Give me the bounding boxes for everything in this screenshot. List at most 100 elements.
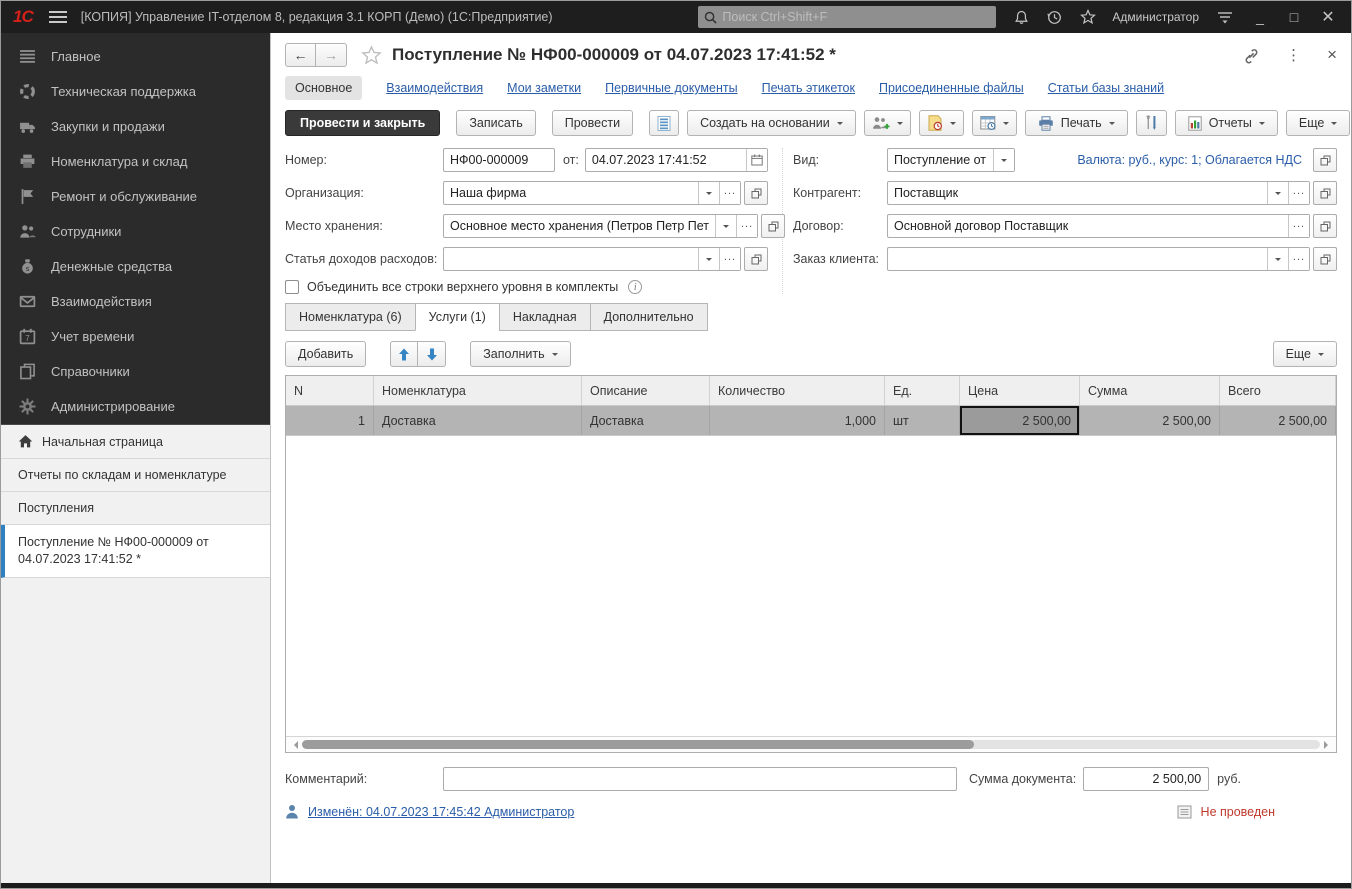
open-button[interactable] [744,247,768,271]
sidebar-item-administration[interactable]: Администрирование [1,389,270,424]
sidebar-item-references[interactable]: Справочники [1,354,270,389]
number-field[interactable]: НФ00-000009 [443,148,555,172]
cell-sum[interactable]: 2 500,00 [1080,406,1220,435]
sidebar-item-employees[interactable]: Сотрудники [1,214,270,249]
ellipsis-button[interactable]: ... [1288,182,1309,204]
sidebar-item-support[interactable]: Техническая поддержка [1,74,270,109]
dropdown-button[interactable] [1267,182,1288,204]
comment-input[interactable] [443,767,957,791]
open-button[interactable] [1313,247,1337,271]
back-button[interactable]: ← [285,43,316,67]
ellipsis-button[interactable]: ... [736,215,757,237]
open-button[interactable] [1313,148,1337,172]
minimize-button[interactable]: _ [1253,9,1267,25]
add-row-button[interactable]: Добавить [285,341,366,367]
window-item-current-document[interactable]: Поступление № НФ00-000009 от 04.07.2023 … [1,525,270,578]
close-window-button[interactable]: ✕ [1321,7,1335,27]
tab-uslugi[interactable]: Услуги (1) [415,303,499,331]
notifications-icon[interactable] [1014,10,1029,25]
calendar-button[interactable] [746,149,767,171]
sidebar-item-interactions[interactable]: Взаимодействия [1,284,270,319]
sidebar-item-purchases[interactable]: Закупки и продажи [1,109,270,144]
dropdown-button[interactable] [1267,248,1288,270]
modified-link[interactable]: Изменён: 04.07.2023 17:45:42 Администрат… [308,805,574,819]
sidebar-item-home[interactable]: Начальная страница [1,425,270,459]
current-user[interactable]: Администратор [1112,10,1199,24]
counterparty-field[interactable]: Поставщик ... [887,181,1310,205]
open-button[interactable] [761,214,785,238]
schedule-button[interactable] [972,110,1017,136]
organization-field[interactable]: Наша фирма ... [443,181,741,205]
cell-price-focused[interactable]: 2 500,00 [960,406,1080,435]
cell-total[interactable]: 2 500,00 [1220,406,1336,435]
tab-nomenklatura[interactable]: Номенклатура (6) [285,303,415,331]
window-item-reports[interactable]: Отчеты по складам и номенклатуре [1,459,270,492]
scroll-left-arrow[interactable] [290,741,298,749]
favorites-icon[interactable] [1080,9,1096,25]
tab-stati-bazy-znaniy[interactable]: Статьи базы знаний [1048,81,1164,95]
save-button[interactable]: Записать [456,110,535,136]
sidebar-item-repair[interactable]: Ремонт и обслуживание [1,179,270,214]
settings-tools-button[interactable] [1136,110,1167,136]
table-more-button[interactable]: Еще [1273,341,1337,367]
favorite-star-icon[interactable] [361,45,382,66]
move-up-button[interactable] [390,341,418,367]
forward-button[interactable]: → [316,43,347,67]
ellipsis-button[interactable]: ... [1288,248,1309,270]
cell-unit[interactable]: шт [885,406,960,435]
info-icon[interactable]: i [628,280,642,294]
ellipsis-button[interactable]: ... [719,182,740,204]
total-field[interactable]: 2 500,00 [1083,767,1209,791]
maximize-button[interactable]: □ [1287,9,1301,25]
reports-button[interactable]: Отчеты [1175,110,1278,136]
window-item-postupleniya[interactable]: Поступления [1,492,270,525]
posting-structure-button[interactable] [649,110,679,136]
reminder-button[interactable] [919,110,964,136]
post-and-close-button[interactable]: Провести и закрыть [285,110,440,136]
ellipsis-button[interactable]: ... [719,248,740,270]
tab-dopolnitelno[interactable]: Дополнительно [590,303,708,331]
more-actions-button[interactable]: Еще [1286,110,1350,136]
assign-task-button[interactable] [864,110,911,136]
dropdown-button[interactable] [698,248,719,270]
sidebar-item-main[interactable]: Главное [1,39,270,74]
copy-link-icon[interactable] [1243,47,1260,64]
cell-quantity[interactable]: 1,000 [710,406,885,435]
sidebar-item-time[interactable]: 7 Учет времени [1,319,270,354]
cell-description[interactable]: Доставка [582,406,710,435]
print-button[interactable]: Печать [1025,110,1128,136]
move-down-button[interactable] [418,341,446,367]
currency-info-link[interactable]: Валюта: руб., курс: 1; Облагается НДС [1077,153,1302,167]
search-input[interactable] [722,10,990,24]
scrollbar-thumb[interactable] [302,740,974,749]
post-button[interactable]: Провести [552,110,633,136]
table-row[interactable]: 1 Доставка Доставка 1,000 шт 2 500,00 2 … [286,406,1336,436]
tab-osnovnoe[interactable]: Основное [285,76,362,100]
open-button[interactable] [1313,214,1337,238]
more-menu-icon[interactable]: ⋮ [1286,46,1301,64]
tab-moi-zametki[interactable]: Мои заметки [507,81,581,95]
user-menu-icon[interactable] [1217,10,1233,24]
tab-pervichnye-dokumenty[interactable]: Первичные документы [605,81,737,95]
cell-nomenclature[interactable]: Доставка [374,406,582,435]
dropdown-button[interactable] [993,149,1014,171]
tab-nakladnaya[interactable]: Накладная [499,303,590,331]
sidebar-item-money[interactable]: s Денежные средства [1,249,270,284]
tab-vzaimodeystviya[interactable]: Взаимодействия [386,81,483,95]
ellipsis-button[interactable]: ... [1288,215,1309,237]
dropdown-button[interactable] [715,215,736,237]
main-menu-icon[interactable] [49,8,67,26]
horizontal-scrollbar[interactable] [286,736,1336,752]
date-field[interactable]: 04.07.2023 17:41:52 [585,148,768,172]
tab-pechat-etiketok[interactable]: Печать этикеток [762,81,855,95]
expense-item-field[interactable]: ... [443,247,741,271]
cell-n[interactable]: 1 [286,406,374,435]
global-search[interactable] [698,6,996,28]
kind-field[interactable]: Поступление от [887,148,1015,172]
client-order-field[interactable]: ... [887,247,1310,271]
close-document-button[interactable]: × [1327,45,1337,65]
history-icon[interactable] [1047,10,1062,25]
storage-field[interactable]: Основное место хранения (Петров Петр Пет… [443,214,758,238]
create-based-on-button[interactable]: Создать на основании [687,110,856,136]
scroll-right-arrow[interactable] [1324,741,1332,749]
